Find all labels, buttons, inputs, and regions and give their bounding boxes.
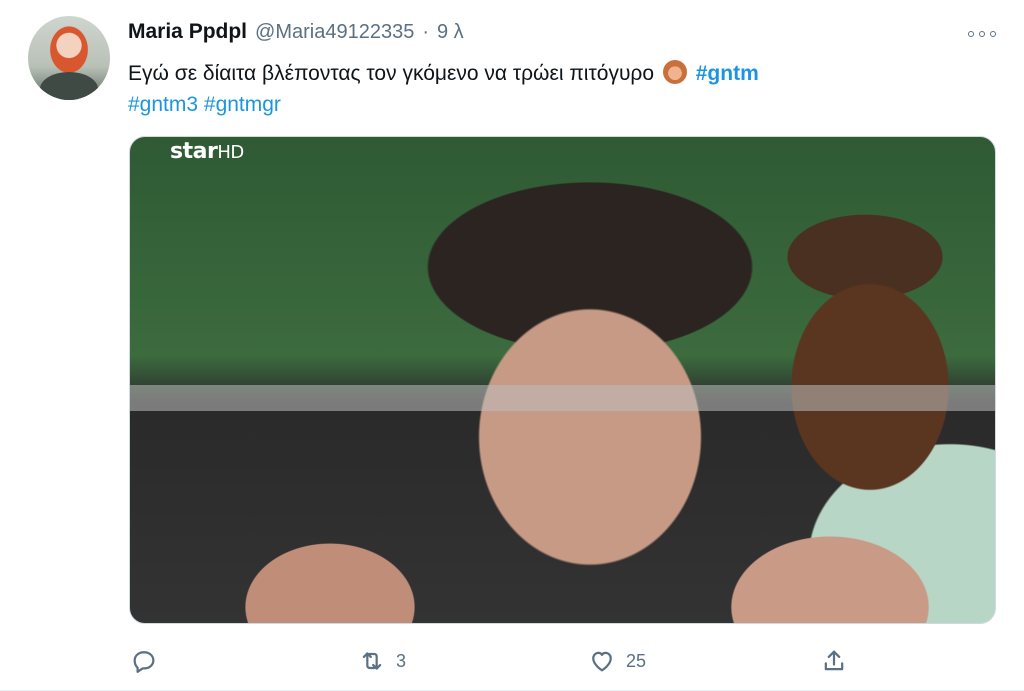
reply-button[interactable] bbox=[130, 645, 168, 677]
hashtag-gntm3[interactable]: #gntm3 bbox=[128, 93, 198, 116]
like-count: 25 bbox=[626, 650, 647, 671]
more-dot bbox=[968, 31, 974, 37]
avatar[interactable] bbox=[28, 16, 110, 100]
like-button[interactable]: 25 bbox=[588, 645, 646, 677]
watermark-brand: star bbox=[170, 139, 218, 164]
retweet-count: 3 bbox=[396, 650, 407, 671]
tweet-header: Maria Ppdpl @Maria49122335 · 9 λ bbox=[128, 20, 464, 44]
media-background-stripe bbox=[130, 385, 995, 411]
like-icon bbox=[592, 651, 612, 672]
hashtag-gntm[interactable]: #gntm bbox=[696, 62, 759, 85]
tweet-text: Εγώ σε δίαιτα βλέποντας τον γκόμενο να τ… bbox=[128, 58, 988, 120]
tweet[interactable]: Maria Ppdpl @Maria49122335 · 9 λ Εγώ σε … bbox=[0, 0, 1024, 691]
action-bar: 3 25 bbox=[130, 645, 870, 677]
avatar-figure bbox=[40, 72, 98, 100]
header-separator: · bbox=[422, 21, 429, 43]
more-options-icon[interactable] bbox=[962, 22, 1002, 46]
tv-watermark: starHD bbox=[170, 139, 244, 164]
watermark-suffix: HD bbox=[217, 142, 244, 163]
tweet-media[interactable]: starHD bbox=[129, 136, 996, 624]
retweet-button[interactable]: 3 bbox=[358, 645, 406, 677]
more-dot bbox=[990, 31, 996, 37]
see-no-evil-monkey-icon bbox=[662, 60, 687, 84]
author-name[interactable]: Maria Ppdpl bbox=[128, 20, 247, 44]
tweet-timestamp[interactable]: 9 λ bbox=[437, 21, 464, 44]
tweet-body: Εγώ σε δίαιτα βλέποντας τον γκόμενο να τ… bbox=[128, 62, 655, 85]
author-handle[interactable]: @Maria49122335 bbox=[255, 21, 414, 44]
hashtag-gntmgr[interactable]: #gntmgr bbox=[204, 93, 281, 116]
more-dot bbox=[979, 31, 985, 37]
share-icon bbox=[824, 650, 844, 671]
retweet-icon bbox=[362, 652, 382, 670]
share-button[interactable] bbox=[820, 645, 848, 677]
reply-icon bbox=[133, 651, 155, 673]
